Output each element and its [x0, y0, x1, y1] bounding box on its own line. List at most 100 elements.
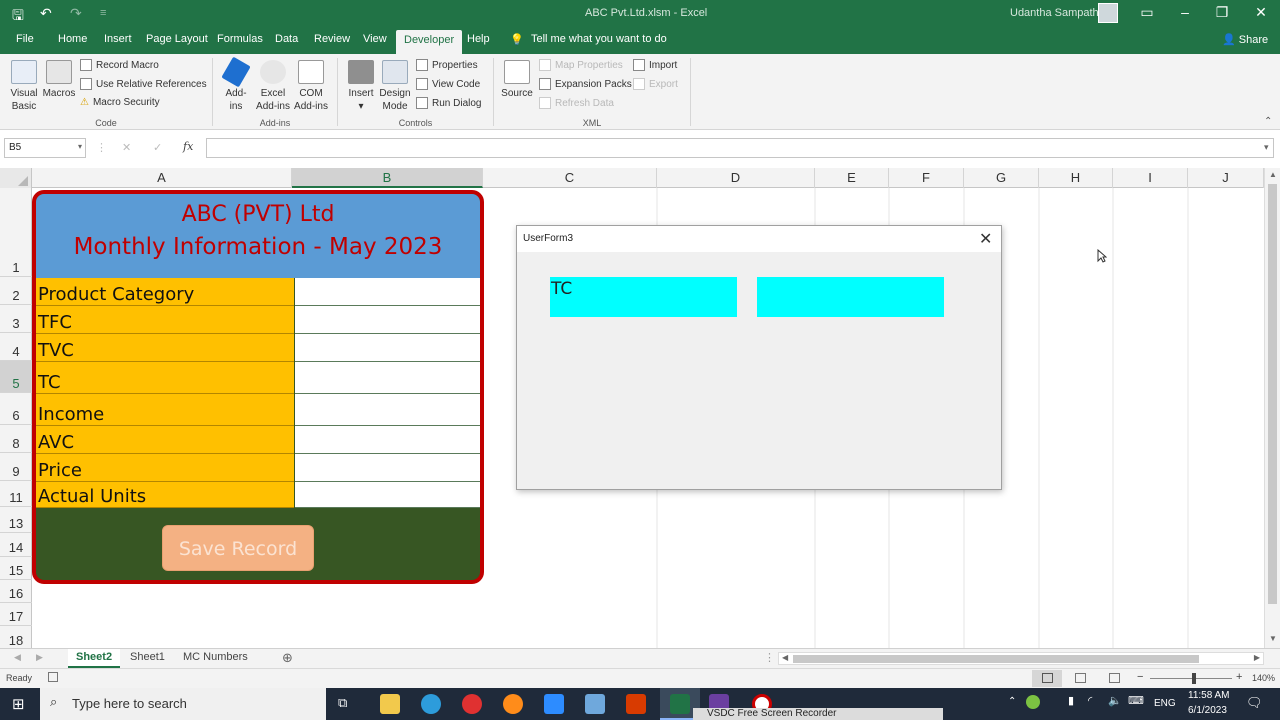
- office-icon[interactable]: [626, 694, 646, 714]
- name-box-dropdown-icon[interactable]: ▾: [78, 142, 82, 151]
- zoom-slider-thumb[interactable]: [1192, 673, 1196, 684]
- field-input-product-category[interactable]: [295, 278, 480, 306]
- column-header-g[interactable]: G: [964, 168, 1039, 188]
- vertical-scroll-thumb[interactable]: [1268, 184, 1277, 604]
- row-header[interactable]: 15: [0, 557, 32, 580]
- column-header-j[interactable]: J: [1188, 168, 1264, 188]
- field-input-tvc[interactable]: [295, 334, 480, 362]
- firefox-icon[interactable]: [503, 694, 523, 714]
- enter-icon[interactable]: ✓: [153, 141, 162, 154]
- minimize-icon[interactable]: –: [1170, 4, 1200, 20]
- xml-source-button[interactable]: Source: [500, 60, 534, 100]
- tab-data[interactable]: Data: [275, 33, 298, 45]
- tab-review[interactable]: Review: [314, 33, 350, 45]
- next-sheet-icon[interactable]: ▶: [36, 652, 43, 663]
- row-header[interactable]: 2: [0, 277, 32, 305]
- view-code-button[interactable]: View Code: [416, 78, 480, 90]
- horizontal-scrollbar[interactable]: ◀ ▶: [778, 652, 1264, 665]
- properties-button[interactable]: Properties: [416, 59, 478, 71]
- tab-split-icon[interactable]: ⋮: [764, 651, 775, 664]
- zoom-level[interactable]: 140%: [1252, 673, 1275, 683]
- ribbon-display-icon[interactable]: ▭: [1132, 4, 1162, 21]
- formula-input[interactable]: [206, 138, 1274, 158]
- field-input-tc[interactable]: [295, 362, 480, 394]
- scroll-left-icon[interactable]: ◀: [782, 653, 788, 662]
- visual-basic-button[interactable]: Visual Basic: [6, 60, 42, 113]
- scroll-right-icon[interactable]: ▶: [1254, 653, 1260, 662]
- tab-view[interactable]: View: [363, 33, 387, 45]
- field-input-tfc[interactable]: [295, 306, 480, 334]
- column-header-h[interactable]: H: [1039, 168, 1113, 188]
- opera-icon[interactable]: [462, 694, 482, 714]
- insert-control-button[interactable]: Insert ▾: [344, 60, 378, 113]
- zoom-slider[interactable]: [1150, 678, 1232, 679]
- keyboard-icon[interactable]: ⌨: [1128, 694, 1144, 707]
- macros-button[interactable]: Macros: [42, 60, 76, 100]
- row-header[interactable]: 4: [0, 333, 32, 361]
- field-input-price[interactable]: [295, 454, 480, 482]
- usb-icon[interactable]: ▮: [1068, 694, 1074, 707]
- insert-function-button[interactable]: fx: [183, 140, 193, 153]
- tab-developer[interactable]: Developer: [396, 30, 463, 54]
- show-hidden-icons[interactable]: ⌃: [1008, 696, 1016, 707]
- select-all-button[interactable]: [0, 168, 32, 188]
- taskbar-search[interactable]: ⌕ Type here to search: [40, 688, 326, 720]
- tab-page-layout[interactable]: Page Layout: [146, 33, 208, 45]
- run-dialog-button[interactable]: Run Dialog: [416, 97, 481, 109]
- app-icon[interactable]: [585, 694, 605, 714]
- column-header-b[interactable]: B: [292, 168, 483, 188]
- clock-date[interactable]: 6/1/2023: [1188, 705, 1227, 716]
- volume-icon[interactable]: 🔈: [1108, 694, 1122, 707]
- row-header[interactable]: 16: [0, 580, 32, 603]
- row-header[interactable]: 6: [0, 393, 32, 425]
- zoom-out-icon[interactable]: −: [1137, 671, 1143, 683]
- page-layout-view-icon[interactable]: [1075, 673, 1086, 683]
- tab-insert[interactable]: Insert: [104, 33, 132, 45]
- save-icon[interactable]: 🖫: [12, 5, 24, 29]
- column-header-d[interactable]: D: [657, 168, 815, 188]
- excel-add-ins-button[interactable]: Excel Add-ins: [254, 60, 292, 113]
- maximize-icon[interactable]: ❐: [1207, 4, 1237, 21]
- add-sheet-icon[interactable]: ⊕: [282, 650, 293, 666]
- column-header-i[interactable]: I: [1113, 168, 1188, 188]
- userform-textbox[interactable]: [757, 277, 944, 317]
- tab-formulas[interactable]: Formulas: [217, 33, 263, 45]
- tab-home[interactable]: Home: [58, 33, 87, 45]
- row-header[interactable]: 13: [0, 507, 32, 533]
- macro-security-button[interactable]: ⚠ Macro Security: [80, 97, 160, 108]
- undo-icon[interactable]: ↶: [40, 5, 52, 22]
- sheet-tab-sheet2[interactable]: Sheet2: [68, 649, 121, 668]
- row-header[interactable]: 11: [0, 481, 32, 507]
- row-header[interactable]: 1: [0, 188, 32, 277]
- close-icon[interactable]: ✕: [979, 229, 992, 249]
- file-explorer-icon[interactable]: [380, 694, 400, 714]
- com-add-ins-button[interactable]: COM Add-ins: [292, 60, 330, 113]
- tab-help[interactable]: Help: [467, 33, 490, 45]
- avatar[interactable]: [1098, 3, 1118, 23]
- expand-formula-bar-icon[interactable]: ▾: [1264, 142, 1269, 153]
- recorder-preview[interactable]: VSDC Free Screen Recorder: [693, 708, 943, 720]
- task-view-icon[interactable]: ⧉: [338, 695, 347, 711]
- design-mode-button[interactable]: Design Mode: [378, 60, 412, 113]
- language-indicator[interactable]: ENG: [1154, 698, 1176, 709]
- prev-sheet-icon[interactable]: ◀: [14, 652, 21, 663]
- refresh-data-button[interactable]: Refresh Data: [539, 97, 614, 109]
- map-properties-button[interactable]: Map Properties: [539, 59, 623, 71]
- row-header[interactable]: 9: [0, 453, 32, 481]
- name-box[interactable]: B5 ▾: [4, 138, 86, 158]
- tab-file[interactable]: File: [16, 33, 34, 45]
- wifi-icon[interactable]: ◜: [1088, 694, 1092, 707]
- field-input-income[interactable]: [295, 394, 480, 426]
- expansion-packs-button[interactable]: Expansion Packs: [539, 78, 632, 90]
- row-header[interactable]: 8: [0, 425, 32, 453]
- field-input-avc[interactable]: [295, 426, 480, 454]
- zoom-app-icon[interactable]: [544, 694, 564, 714]
- add-ins-button[interactable]: Add- ins: [220, 56, 252, 113]
- export-button[interactable]: Export: [633, 78, 678, 90]
- column-header-e[interactable]: E: [815, 168, 889, 188]
- close-window-icon[interactable]: ✕: [1246, 4, 1276, 21]
- column-header-a[interactable]: A: [32, 168, 292, 188]
- collapse-ribbon-icon[interactable]: ⌃: [1264, 116, 1272, 127]
- row-header[interactable]: 3: [0, 305, 32, 333]
- field-input-actual-units[interactable]: [295, 482, 480, 508]
